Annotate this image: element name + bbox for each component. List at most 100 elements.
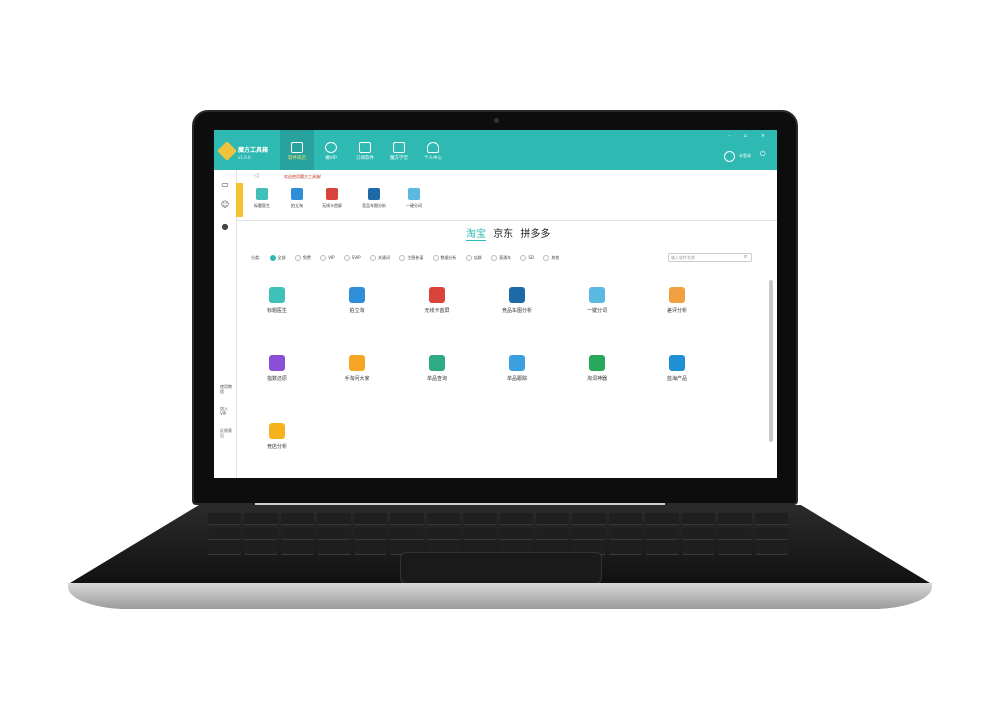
avatar-icon[interactable] — [724, 151, 735, 162]
logo-icon — [217, 141, 237, 161]
tool-item[interactable]: 蓝海产品 — [657, 355, 697, 382]
keyboard — [208, 513, 788, 555]
key — [208, 513, 242, 525]
monitor-icon[interactable]: ▭ — [220, 180, 230, 190]
key — [681, 543, 716, 555]
tool-label: 差评分析 — [666, 308, 687, 314]
key — [681, 528, 716, 540]
filter-option[interactable]: 其他 — [543, 255, 559, 261]
search-input[interactable]: 输入软件名称 — [668, 253, 752, 262]
tool-item[interactable]: 淘词神器 — [577, 355, 617, 382]
grid-icon — [291, 142, 303, 153]
shop-analysis-icon — [269, 423, 285, 439]
quick-access-item[interactable]: 拍立淘 — [277, 188, 317, 209]
filter-option[interactable]: VIP — [320, 255, 335, 261]
key — [572, 528, 606, 540]
split-word-icon — [408, 188, 420, 200]
sidebar-link-feedback[interactable]: 反馈意见 — [220, 428, 232, 438]
key — [718, 513, 752, 525]
nav-subscribe[interactable]: 订阅软件 — [348, 130, 382, 170]
laptop-base-edge — [68, 583, 932, 609]
filter-label: 分类: — [251, 255, 261, 260]
key — [280, 543, 315, 555]
scrollbar[interactable] — [769, 280, 773, 442]
quick-access-label: 竞品车图分析 — [362, 203, 386, 208]
filter-option[interactable]: 直通车 — [491, 255, 511, 261]
nav-label: 个人中心 — [424, 156, 442, 161]
filter-option[interactable]: 免费 — [294, 255, 311, 261]
tool-item[interactable]: 竞店分析 — [257, 423, 297, 450]
key — [353, 543, 388, 555]
platform-tabs: 淘宝 京东 拼多多 — [466, 225, 554, 241]
refresh-icon — [269, 355, 285, 371]
quick-access-item[interactable]: 标题医生 — [242, 188, 282, 209]
tool-item[interactable]: 无线卡首屏 — [417, 287, 457, 314]
tool-label: 单品查询 — [426, 376, 447, 382]
tool-item[interactable]: 指数还原 — [257, 355, 297, 382]
key — [463, 513, 497, 525]
filter-option[interactable]: 主图参谋 — [399, 255, 423, 261]
sidebar: ▭ ☺ ● 使用教程 加入VIP 反馈意见 — [214, 170, 237, 478]
tool-label: 单品跟踪 — [506, 376, 527, 382]
nav-software-store[interactable]: 软件商店 — [280, 130, 314, 170]
nav-profile[interactable]: 个人中心 — [416, 130, 450, 170]
chat-icon[interactable]: ● — [220, 222, 230, 232]
tool-item[interactable]: 差评分析 — [657, 287, 697, 314]
tab-jd[interactable]: 京东 — [493, 229, 513, 240]
question-icon — [349, 355, 365, 371]
camera-icon — [291, 188, 303, 200]
power-icon[interactable]: ⏻ — [760, 150, 766, 159]
filter-option[interactable]: SD — [520, 255, 534, 261]
quick-access-item[interactable]: 一键分词 — [394, 188, 434, 209]
camera-icon — [349, 287, 365, 303]
diamond-icon — [325, 142, 337, 153]
tool-label: 无线卡首屏 — [424, 308, 450, 314]
camera-dot — [494, 118, 499, 123]
search-icon[interactable]: ⌕ — [744, 253, 747, 261]
quick-access-label: 无线卡首屏 — [322, 203, 342, 208]
key — [463, 528, 497, 540]
tool-item[interactable]: 单品查询 — [417, 355, 457, 382]
key — [244, 543, 278, 555]
filter-option[interactable]: 关键词 — [369, 255, 390, 261]
tab-pdd[interactable]: 拼多多 — [520, 229, 550, 240]
tab-taobao[interactable]: 淘宝 — [466, 229, 486, 241]
tool-item[interactable]: 拍立淘 — [337, 287, 377, 314]
nav-label: 做VIP — [325, 156, 337, 161]
filter-option[interactable]: 数据分析 — [432, 255, 457, 261]
key — [718, 528, 752, 540]
tool-label: 竞品车图分析 — [501, 308, 532, 314]
notice-text: 欢迎使用魔方工具箱! — [284, 174, 322, 179]
qr-icon — [326, 188, 338, 200]
filter-option[interactable]: SVIP — [343, 255, 361, 261]
car-image-icon — [368, 188, 380, 200]
key — [353, 513, 388, 525]
word-icon — [589, 355, 605, 371]
title-bar: 魔方工具箱 v1.0.0 软件商店 做VIP 订阅软件 魔方学堂 个人中心 - … — [214, 130, 777, 170]
tool-label: 手淘问大家 — [344, 376, 370, 382]
quick-access-item[interactable]: 竞品车图分析 — [354, 188, 394, 209]
key — [535, 513, 570, 525]
qr-icon — [429, 287, 445, 303]
tool-item[interactable]: 一键分词 — [577, 287, 617, 314]
tool-item[interactable]: 手淘问大家 — [337, 355, 377, 382]
quick-access-item[interactable]: 无线卡首屏 — [312, 188, 352, 209]
window-controls[interactable]: - ▫ × — [728, 133, 771, 139]
login-status[interactable]: 未登录 — [739, 153, 751, 159]
subscribe-icon — [359, 142, 371, 153]
sidebar-link-tutorial[interactable]: 使用教程 — [220, 384, 232, 394]
tool-item[interactable]: 标题医生 — [257, 287, 297, 314]
filter-option[interactable]: 全部 — [269, 255, 286, 261]
users-icon[interactable]: ☺ — [220, 200, 230, 210]
nav-school[interactable]: 魔方学堂 — [382, 130, 416, 170]
nav-vip[interactable]: 做VIP — [314, 130, 348, 170]
tool-item[interactable]: 竞品车图分析 — [497, 287, 537, 314]
filter-option[interactable]: 店群 — [465, 255, 482, 261]
key — [426, 513, 461, 525]
key — [754, 528, 788, 540]
key — [681, 513, 716, 525]
blue-ocean-icon — [669, 355, 685, 371]
track-icon — [509, 355, 525, 371]
sidebar-link-vip[interactable]: 加入VIP — [220, 406, 232, 416]
tool-item[interactable]: 单品跟踪 — [497, 355, 537, 382]
